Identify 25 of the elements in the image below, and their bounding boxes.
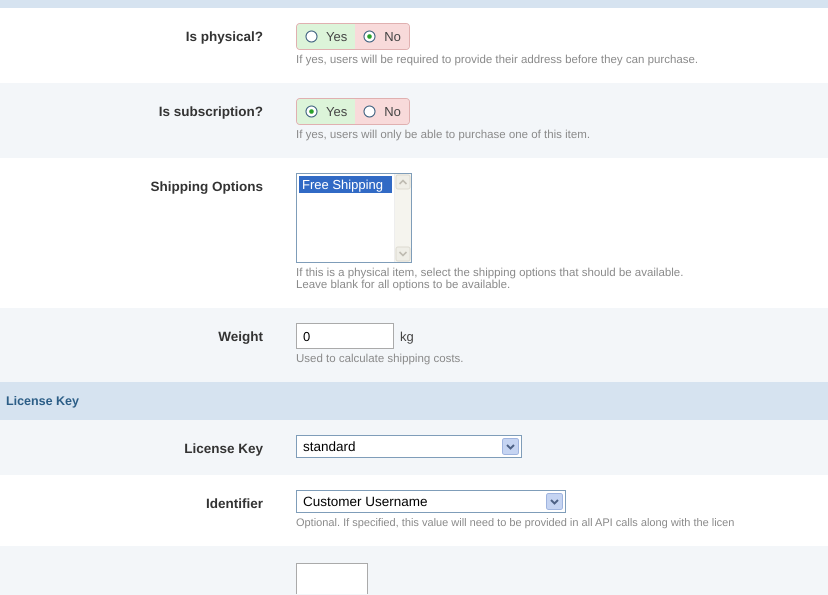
radio-button[interactable]	[363, 105, 376, 118]
radio-button[interactable]	[363, 30, 376, 43]
weight-field[interactable]: 0	[296, 323, 394, 349]
field-label: Is subscription?	[158, 103, 263, 121]
field-label: Weight	[217, 328, 263, 346]
unit-label: kg	[400, 328, 414, 344]
field-hint: Optional. If specified, this value will need to be provided in all API calls along with the licen	[296, 517, 734, 529]
field-label: License Key	[183, 440, 263, 458]
field-hint: If yes, users will be required to provide their address before they can purchase.	[296, 54, 698, 66]
field-label: Is physical?	[184, 28, 263, 46]
dropdown[interactable]: Customer Username	[296, 490, 566, 513]
field-hint: If yes, users will only be able to purchase one of this item.	[296, 129, 590, 141]
radio-button[interactable]	[305, 30, 318, 43]
dropdown[interactable]: standard	[296, 435, 522, 458]
radio-button[interactable]	[305, 105, 318, 118]
section-header: License Key	[0, 382, 828, 420]
option-label[interactable]: No	[384, 29, 401, 44]
option-label[interactable]: No	[384, 104, 401, 119]
list-box[interactable]: Free Shipping	[296, 173, 412, 263]
field-hint: If this is a physical item, select the shipping options that should be available. Leave blank for all options to be available.	[296, 267, 684, 291]
list-option[interactable]: Free Shipping	[299, 176, 392, 193]
field-label: Identifier	[204, 495, 263, 513]
field-label: Shipping Options	[150, 178, 263, 196]
field-hint: Used to calculate shipping costs.	[296, 353, 464, 365]
input-field[interactable]	[296, 563, 368, 594]
